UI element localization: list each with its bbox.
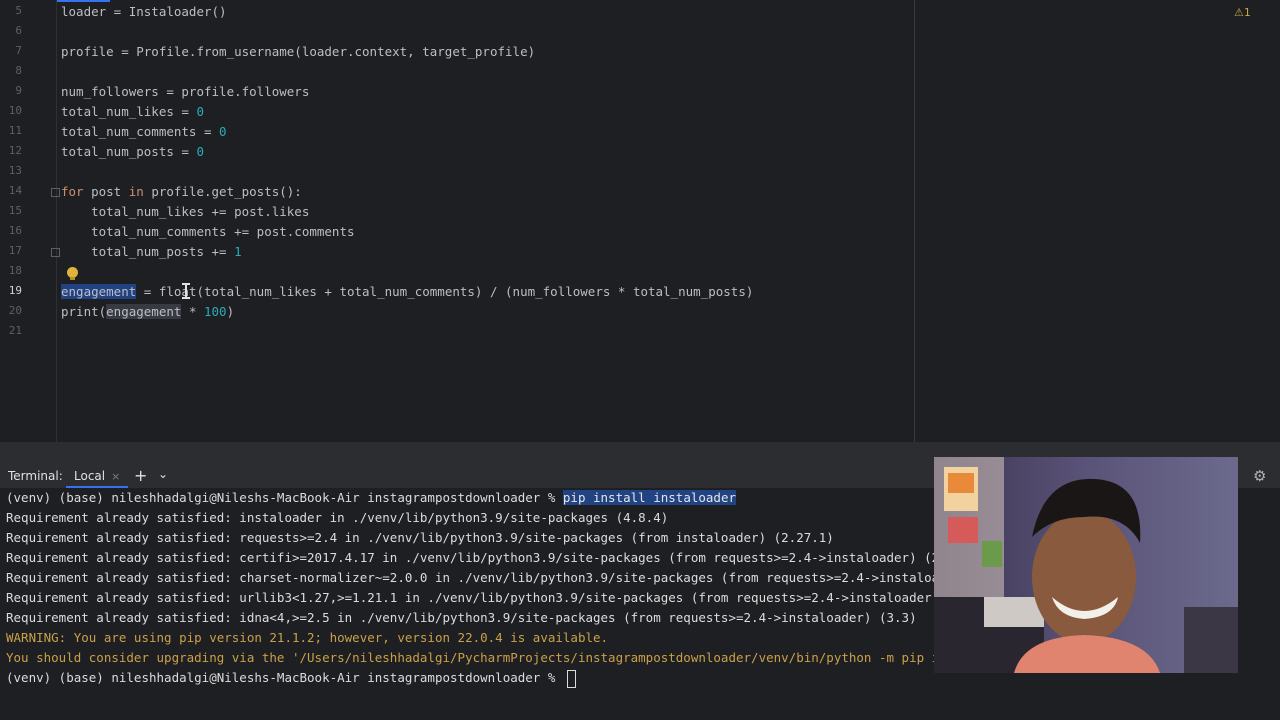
line-number: 11 bbox=[8, 124, 22, 137]
gear-icon[interactable]: ⚙ bbox=[1253, 467, 1266, 485]
chevron-down-icon[interactable]: ⌄ bbox=[158, 467, 168, 481]
number-literal: 0 bbox=[196, 104, 204, 119]
number-literal: 0 bbox=[219, 124, 227, 139]
fold-marker-icon[interactable] bbox=[51, 188, 60, 197]
shell-prompt: (venv) (base) nileshhadalgi@Nileshs-MacB… bbox=[6, 490, 563, 505]
selected-identifier: engagement bbox=[61, 284, 137, 299]
line-number: 18 bbox=[8, 264, 22, 277]
terminal-title: Terminal: bbox=[8, 469, 63, 483]
keyword: for bbox=[61, 184, 84, 199]
line-number: 5 bbox=[15, 4, 22, 17]
number-literal: 1 bbox=[234, 244, 242, 259]
usage-highlight: engagement bbox=[106, 304, 182, 319]
add-terminal-icon[interactable]: + bbox=[134, 466, 147, 485]
line-number: 15 bbox=[8, 204, 22, 217]
line-number: 10 bbox=[8, 104, 22, 117]
terminal-line: Requirement already satisfied: urllib3<1… bbox=[6, 590, 962, 605]
webcam-overlay bbox=[934, 457, 1238, 673]
code-line: num_followers = profile.followers bbox=[61, 84, 310, 99]
line-number: 16 bbox=[8, 224, 22, 237]
code-line: profile = Profile.from_username(loader.c… bbox=[61, 44, 536, 59]
code-token: print( bbox=[61, 304, 107, 319]
line-number: 14 bbox=[8, 184, 22, 197]
terminal-line: Requirement already satisfied: certifi>=… bbox=[6, 550, 962, 565]
line-number: 6 bbox=[15, 24, 22, 37]
terminal-line: Requirement already satisfied: charset-n… bbox=[6, 570, 962, 585]
terminal-prompt-line: (venv) (base) nileshhadalgi@Nileshs-MacB… bbox=[6, 488, 736, 508]
keyword: in bbox=[128, 184, 144, 199]
code-editor[interactable]: 5 6 7 8 9 10 11 12 13 14 15 16 17 18 19 … bbox=[0, 0, 1280, 442]
presenter-video-image bbox=[934, 457, 1238, 673]
line-number: 20 bbox=[8, 304, 22, 317]
close-icon[interactable]: × bbox=[111, 470, 120, 483]
code-token: * bbox=[181, 304, 204, 319]
terminal-cursor bbox=[566, 669, 576, 688]
tab-label: Local bbox=[74, 469, 106, 483]
code-token: total_num_comments = bbox=[61, 124, 220, 139]
right-margin-guide bbox=[914, 0, 915, 442]
number-literal: 100 bbox=[204, 304, 227, 319]
code-line-current: engagement = float(total_num_likes + tot… bbox=[61, 282, 753, 302]
terminal-warning-line: WARNING: You are using pip version 21.1.… bbox=[6, 630, 609, 645]
terminal-line: Requirement already satisfied: requests>… bbox=[6, 530, 834, 545]
line-number: 17 bbox=[8, 244, 22, 257]
code-token: total_num_likes = bbox=[61, 104, 197, 119]
fold-marker-icon[interactable] bbox=[51, 248, 60, 257]
line-number: 8 bbox=[15, 64, 22, 77]
line-number-current: 19 bbox=[8, 284, 22, 297]
shell-prompt: (venv) (base) nileshhadalgi@Nileshs-MacB… bbox=[6, 670, 563, 685]
code-token: total_num_posts += bbox=[61, 244, 235, 259]
code-line: total_num_comments = 0 bbox=[61, 122, 227, 142]
tab-local[interactable]: Local × bbox=[66, 464, 129, 488]
code-line: total_num_likes = 0 bbox=[61, 102, 204, 122]
code-token: post bbox=[83, 184, 129, 199]
code-line: loader = Instaloader() bbox=[61, 4, 227, 19]
typed-command: pip install instaloader bbox=[562, 490, 736, 505]
number-literal: 0 bbox=[196, 144, 204, 159]
line-number: 7 bbox=[15, 44, 22, 57]
code-line: total_num_comments += post.comments bbox=[61, 224, 355, 239]
code-token: = float(total_num_likes + total_num_comm… bbox=[136, 284, 754, 299]
line-number: 21 bbox=[8, 324, 22, 337]
code-token: profile.get_posts(): bbox=[143, 184, 302, 199]
mouse-ibeam-cursor-icon bbox=[182, 283, 190, 299]
code-line: for post in profile.get_posts(): bbox=[61, 182, 302, 202]
code-line: total_num_posts = 0 bbox=[61, 142, 204, 162]
terminal-warning-line: You should consider upgrading via the '/… bbox=[6, 650, 962, 665]
code-line: total_num_likes += post.likes bbox=[61, 204, 310, 219]
code-token: total_num_posts = bbox=[61, 144, 197, 159]
line-number: 13 bbox=[8, 164, 22, 177]
code-token: ) bbox=[226, 304, 235, 319]
terminal-line: Requirement already satisfied: idna<4,>=… bbox=[6, 610, 917, 625]
terminal-prompt-line: (venv) (base) nileshhadalgi@Nileshs-MacB… bbox=[6, 668, 576, 688]
line-number-gutter[interactable]: 5 6 7 8 9 10 11 12 13 14 15 16 17 18 19 … bbox=[0, 0, 57, 442]
line-number: 12 bbox=[8, 144, 22, 157]
line-number: 9 bbox=[15, 84, 22, 97]
terminal-line: Requirement already satisfied: instaload… bbox=[6, 510, 669, 525]
code-line: print(engagement * 100) bbox=[61, 302, 234, 322]
code-text-area[interactable]: loader = Instaloader() profile = Profile… bbox=[61, 0, 914, 442]
code-line: total_num_posts += 1 bbox=[61, 242, 242, 262]
inspection-warning-badge[interactable]: ⚠1 bbox=[1234, 6, 1251, 19]
